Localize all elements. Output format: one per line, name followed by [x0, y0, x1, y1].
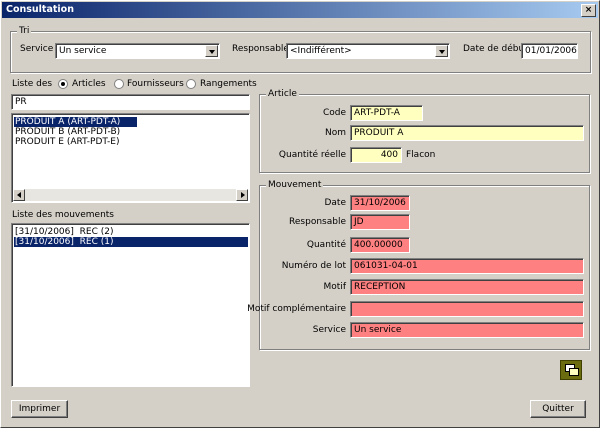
close-icon[interactable]: ×	[581, 4, 596, 17]
horizontal-scrollbar[interactable]	[13, 189, 248, 201]
list-item[interactable]: [31/10/2006] REC (1)	[14, 237, 248, 247]
tri-group-title: Tri	[17, 26, 32, 36]
tri-responsable-select[interactable]: <Indifférent>	[286, 43, 450, 59]
article-qte-label: Quantité réelle	[278, 150, 346, 160]
mouvements-listbox[interactable]: [31/10/2006] REC (2) [31/10/2006] REC (1…	[11, 223, 250, 387]
mouvements-label: Liste des mouvements	[12, 210, 114, 220]
mouvement-motif-label: Motif	[323, 282, 346, 292]
radio-articles-label: Articles	[72, 79, 106, 89]
tri-service-label: Service	[20, 44, 54, 54]
chevron-down-icon[interactable]	[205, 45, 218, 57]
mouvement-resp-label: Responsable	[289, 217, 346, 227]
quitter-button[interactable]: Quitter	[530, 400, 586, 418]
mouvement-text: REC (2)	[79, 227, 114, 237]
tri-service-select[interactable]: Un service	[55, 43, 220, 59]
imprimer-button[interactable]: Imprimer	[11, 400, 68, 418]
article-qte-field: 400	[350, 147, 402, 163]
liste-label: Liste des	[12, 79, 53, 89]
radio-articles[interactable]	[58, 79, 68, 89]
mouvement-motifc-label: Motif complémentaire	[247, 304, 346, 314]
tri-date-input[interactable]: 01/01/2006	[521, 43, 578, 59]
tri-responsable-value: <Indifférent>	[290, 46, 352, 56]
tri-responsable-label: Responsable	[232, 44, 289, 54]
tri-service-value: Un service	[59, 46, 107, 56]
article-nom-label: Nom	[324, 128, 346, 138]
consultation-window: Consultation × Tri Service Un service Re…	[0, 0, 600, 428]
article-nom-field: PRODUIT A	[350, 125, 584, 141]
article-code-field: ART-PDT-A	[350, 105, 423, 121]
window-title: Consultation	[6, 4, 74, 15]
mouvement-date-label: Date	[324, 198, 346, 208]
chevron-down-icon[interactable]	[435, 45, 448, 57]
title-bar: Consultation ×	[2, 2, 598, 18]
mouvement-lot-field: 061031-04-01	[350, 258, 584, 274]
mouvement-motif-field: RECEPTION	[350, 279, 584, 295]
article-unit: Flacon	[406, 150, 436, 160]
list-item[interactable]: PRODUIT B (ART-PDT-B)	[14, 127, 120, 137]
mouvement-qte-field: 400.00000	[350, 237, 410, 253]
radio-rangements[interactable]	[186, 79, 196, 89]
list-item[interactable]: PRODUIT E (ART-PDT-E)	[14, 137, 120, 147]
scroll-left-icon[interactable]	[13, 189, 25, 201]
tri-date-label: Date de début	[463, 44, 528, 54]
list-item[interactable]: PRODUIT A (ART-PDT-A)	[14, 117, 137, 127]
mouvement-lot-label: Numéro de lot	[281, 261, 346, 271]
liste-filter-input[interactable]: PR	[11, 94, 250, 110]
mouvement-date: [31/10/2006]	[15, 227, 74, 237]
mouvement-qte-label: Quantité	[306, 240, 346, 250]
radio-fournisseurs-label: Fournisseurs	[127, 79, 184, 89]
list-item[interactable]: [31/10/2006] REC (2)	[14, 227, 113, 237]
article-group-title: Article	[266, 89, 299, 99]
mouvement-date: [31/10/2006]	[15, 237, 74, 247]
window-front-shape	[569, 368, 579, 376]
mouvement-group-title: Mouvement	[266, 180, 324, 190]
radio-fournisseurs[interactable]	[114, 79, 124, 89]
radio-rangements-label: Rangements	[200, 79, 257, 89]
window-export-icon[interactable]	[560, 360, 582, 380]
mouvement-service-label: Service	[312, 325, 346, 335]
mouvement-text: REC (1)	[79, 237, 114, 247]
articles-listbox[interactable]: PRODUIT A (ART-PDT-A) PRODUIT B (ART-PDT…	[11, 113, 250, 203]
mouvement-motifc-field	[350, 301, 584, 317]
mouvement-date-field: 31/10/2006	[350, 195, 410, 211]
article-code-label: Code	[322, 108, 346, 118]
mouvement-service-field: Un service	[350, 322, 584, 338]
scroll-right-icon[interactable]	[236, 189, 248, 201]
mouvement-resp-field: JD	[350, 214, 410, 230]
